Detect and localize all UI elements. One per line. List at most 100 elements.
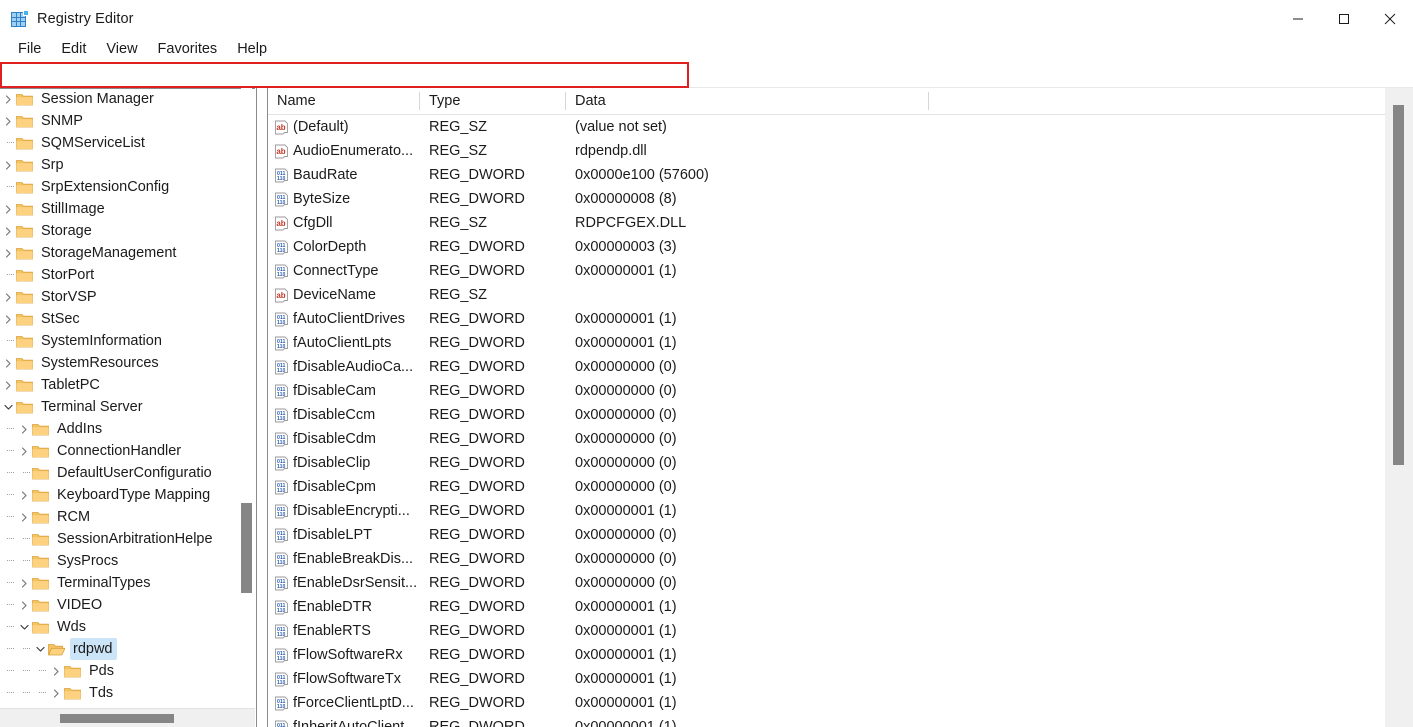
- tree-item-rcm[interactable]: RCM: [0, 506, 242, 528]
- menu-item-file[interactable]: File: [9, 39, 50, 60]
- list-row[interactable]: 011110fDisableCpmREG_DWORD0x00000000 (0): [268, 475, 1413, 499]
- list-row[interactable]: 011110fEnableRTSREG_DWORD0x00000001 (1): [268, 619, 1413, 643]
- tree-item-connectionhandler[interactable]: ConnectionHandler: [0, 440, 242, 462]
- maximize-icon[interactable]: [1321, 0, 1367, 37]
- tree-item-snmp[interactable]: SNMP: [0, 110, 242, 132]
- tree-item-terminaltypes[interactable]: TerminalTypes: [0, 572, 242, 594]
- chevron-right-icon[interactable]: [16, 506, 32, 528]
- list-row[interactable]: 011110ColorDepthREG_DWORD0x00000003 (3): [268, 235, 1413, 259]
- tree-item-sysprocs[interactable]: SysProcs: [0, 550, 242, 572]
- chevron-right-icon[interactable]: [16, 594, 32, 616]
- chevron-right-icon[interactable]: [0, 374, 16, 396]
- list-row[interactable]: 011110fDisableAudioCa...REG_DWORD0x00000…: [268, 355, 1413, 379]
- chevron-right-icon[interactable]: [0, 88, 16, 110]
- tree-item-rdpwd[interactable]: rdpwd: [0, 638, 242, 660]
- chevron-right-icon[interactable]: [0, 308, 16, 330]
- list-row[interactable]: 011110BaudRateREG_DWORD0x0000e100 (57600…: [268, 163, 1413, 187]
- tree-item-label: StillImage: [38, 198, 109, 220]
- pane-splitter[interactable]: [256, 88, 268, 727]
- tree-item-session-manager[interactable]: Session Manager: [0, 88, 242, 110]
- chevron-right-icon[interactable]: [0, 154, 16, 176]
- tree-item-pds[interactable]: Pds: [0, 660, 242, 682]
- tree-item-stsec[interactable]: StSec: [0, 308, 242, 330]
- tree-item-tds[interactable]: Tds: [0, 682, 242, 704]
- registry-key-tree[interactable]: Session ManagerSNMPSQMServiceListSrpSrpE…: [0, 88, 256, 727]
- list-row[interactable]: 011110fForceClientLptD...REG_DWORD0x0000…: [268, 691, 1413, 715]
- list-row[interactable]: 011110fDisableClipREG_DWORD0x00000000 (0…: [268, 451, 1413, 475]
- menu-item-help[interactable]: Help: [228, 39, 276, 60]
- chevron-right-icon[interactable]: [48, 682, 64, 704]
- tree-item-stillimage[interactable]: StillImage: [0, 198, 242, 220]
- tree-item-wds[interactable]: Wds: [0, 616, 242, 638]
- tree-item-addins[interactable]: AddIns: [0, 418, 242, 440]
- tree-item-systeminformation[interactable]: SystemInformation: [0, 330, 242, 352]
- list-vertical-scrollbar[interactable]: [1385, 88, 1413, 727]
- tree-item-srp[interactable]: Srp: [0, 154, 242, 176]
- list-row[interactable]: 011110fFlowSoftwareRxREG_DWORD0x00000001…: [268, 643, 1413, 667]
- tree-indent-guide: [0, 572, 16, 594]
- list-row[interactable]: 011110fAutoClientDrivesREG_DWORD0x000000…: [268, 307, 1413, 331]
- folder-icon: [32, 510, 49, 524]
- menu-item-view[interactable]: View: [97, 39, 146, 60]
- list-row[interactable]: 011110fDisableLPTREG_DWORD0x00000000 (0): [268, 523, 1413, 547]
- tree-item-sessionarbitrationhelpe[interactable]: SessionArbitrationHelpe: [0, 528, 242, 550]
- chevron-right-icon[interactable]: [16, 572, 32, 594]
- list-row[interactable]: 011110ByteSizeREG_DWORD0x00000008 (8): [268, 187, 1413, 211]
- chevron-right-icon[interactable]: [0, 286, 16, 308]
- registry-values-list[interactable]: Name Type Data ab(Default)REG_SZ(value n…: [268, 88, 1413, 727]
- tree-item-terminal-server[interactable]: Terminal Server: [0, 396, 242, 418]
- tree-horizontal-scrollbar[interactable]: [0, 708, 256, 727]
- cell-name: 011110fFlowSoftwareRx: [268, 643, 420, 667]
- list-row[interactable]: 011110fDisableCamREG_DWORD0x00000000 (0): [268, 379, 1413, 403]
- tree-item-video[interactable]: VIDEO: [0, 594, 242, 616]
- tree-item-storage[interactable]: Storage: [0, 220, 242, 242]
- tree-item-sqmservicelist[interactable]: SQMServiceList: [0, 132, 242, 154]
- tree-vertical-scrollbar[interactable]: [241, 88, 252, 705]
- chevron-right-icon[interactable]: [0, 110, 16, 132]
- list-vertical-scrollbar-thumb[interactable]: [1393, 105, 1404, 465]
- chevron-right-icon[interactable]: [0, 242, 16, 264]
- chevron-right-icon[interactable]: [16, 440, 32, 462]
- chevron-right-icon[interactable]: [16, 484, 32, 506]
- tree-vertical-scrollbar-thumb[interactable]: [241, 503, 252, 593]
- chevron-right-icon[interactable]: [48, 660, 64, 682]
- list-row[interactable]: 011110fDisableEncrypti...REG_DWORD0x0000…: [268, 499, 1413, 523]
- tree-item-srpextensionconfig[interactable]: SrpExtensionConfig: [0, 176, 242, 198]
- menu-item-edit[interactable]: Edit: [52, 39, 95, 60]
- tree-item-storvsp[interactable]: StorVSP: [0, 286, 242, 308]
- menu-item-favorites[interactable]: Favorites: [149, 39, 227, 60]
- list-row[interactable]: 011110fFlowSoftwareTxREG_DWORD0x00000001…: [268, 667, 1413, 691]
- tree-item-defaultuserconfiguratio[interactable]: DefaultUserConfiguratio: [0, 462, 242, 484]
- list-row[interactable]: 011110fAutoClientLptsREG_DWORD0x00000001…: [268, 331, 1413, 355]
- list-row[interactable]: ab(Default)REG_SZ(value not set): [268, 115, 1413, 139]
- close-icon[interactable]: [1367, 0, 1413, 37]
- list-row[interactable]: 011110fEnableDTRREG_DWORD0x00000001 (1): [268, 595, 1413, 619]
- tree-item-tabletpc[interactable]: TabletPC: [0, 374, 242, 396]
- list-row[interactable]: 011110fDisableCcmREG_DWORD0x00000000 (0): [268, 403, 1413, 427]
- list-row[interactable]: 011110fEnableDsrSensit...REG_DWORD0x0000…: [268, 571, 1413, 595]
- tree-item-storagemanagement[interactable]: StorageManagement: [0, 242, 242, 264]
- list-row[interactable]: 011110fDisableCdmREG_DWORD0x00000000 (0): [268, 427, 1413, 451]
- chevron-right-icon[interactable]: [0, 352, 16, 374]
- chevron-down-icon[interactable]: [16, 616, 32, 638]
- list-row[interactable]: abDeviceNameREG_SZ: [268, 283, 1413, 307]
- column-header-data[interactable]: Data: [566, 88, 929, 114]
- column-header-name[interactable]: Name: [268, 88, 420, 114]
- chevron-down-icon[interactable]: [0, 396, 16, 418]
- chevron-right-icon[interactable]: [16, 418, 32, 440]
- tree-item-systemresources[interactable]: SystemResources: [0, 352, 242, 374]
- chevron-down-icon[interactable]: [32, 638, 48, 660]
- list-row[interactable]: abCfgDllREG_SZRDPCFGEX.DLL: [268, 211, 1413, 235]
- list-row[interactable]: 011110ConnectTypeREG_DWORD0x00000001 (1): [268, 259, 1413, 283]
- list-row[interactable]: abAudioEnumerato...REG_SZrdpendp.dll: [268, 139, 1413, 163]
- folder-icon: [16, 136, 33, 150]
- tree-horizontal-scrollbar-thumb[interactable]: [60, 714, 174, 723]
- list-row[interactable]: 011110fInheritAutoClientREG_DWORD0x00000…: [268, 715, 1413, 727]
- chevron-right-icon[interactable]: [0, 220, 16, 242]
- minimize-icon[interactable]: [1275, 0, 1321, 37]
- chevron-right-icon[interactable]: [0, 198, 16, 220]
- tree-item-storport[interactable]: StorPort: [0, 264, 242, 286]
- column-header-type[interactable]: Type: [420, 88, 566, 114]
- list-row[interactable]: 011110fEnableBreakDis...REG_DWORD0x00000…: [268, 547, 1413, 571]
- tree-item-keyboardtype-mapping[interactable]: KeyboardType Mapping: [0, 484, 242, 506]
